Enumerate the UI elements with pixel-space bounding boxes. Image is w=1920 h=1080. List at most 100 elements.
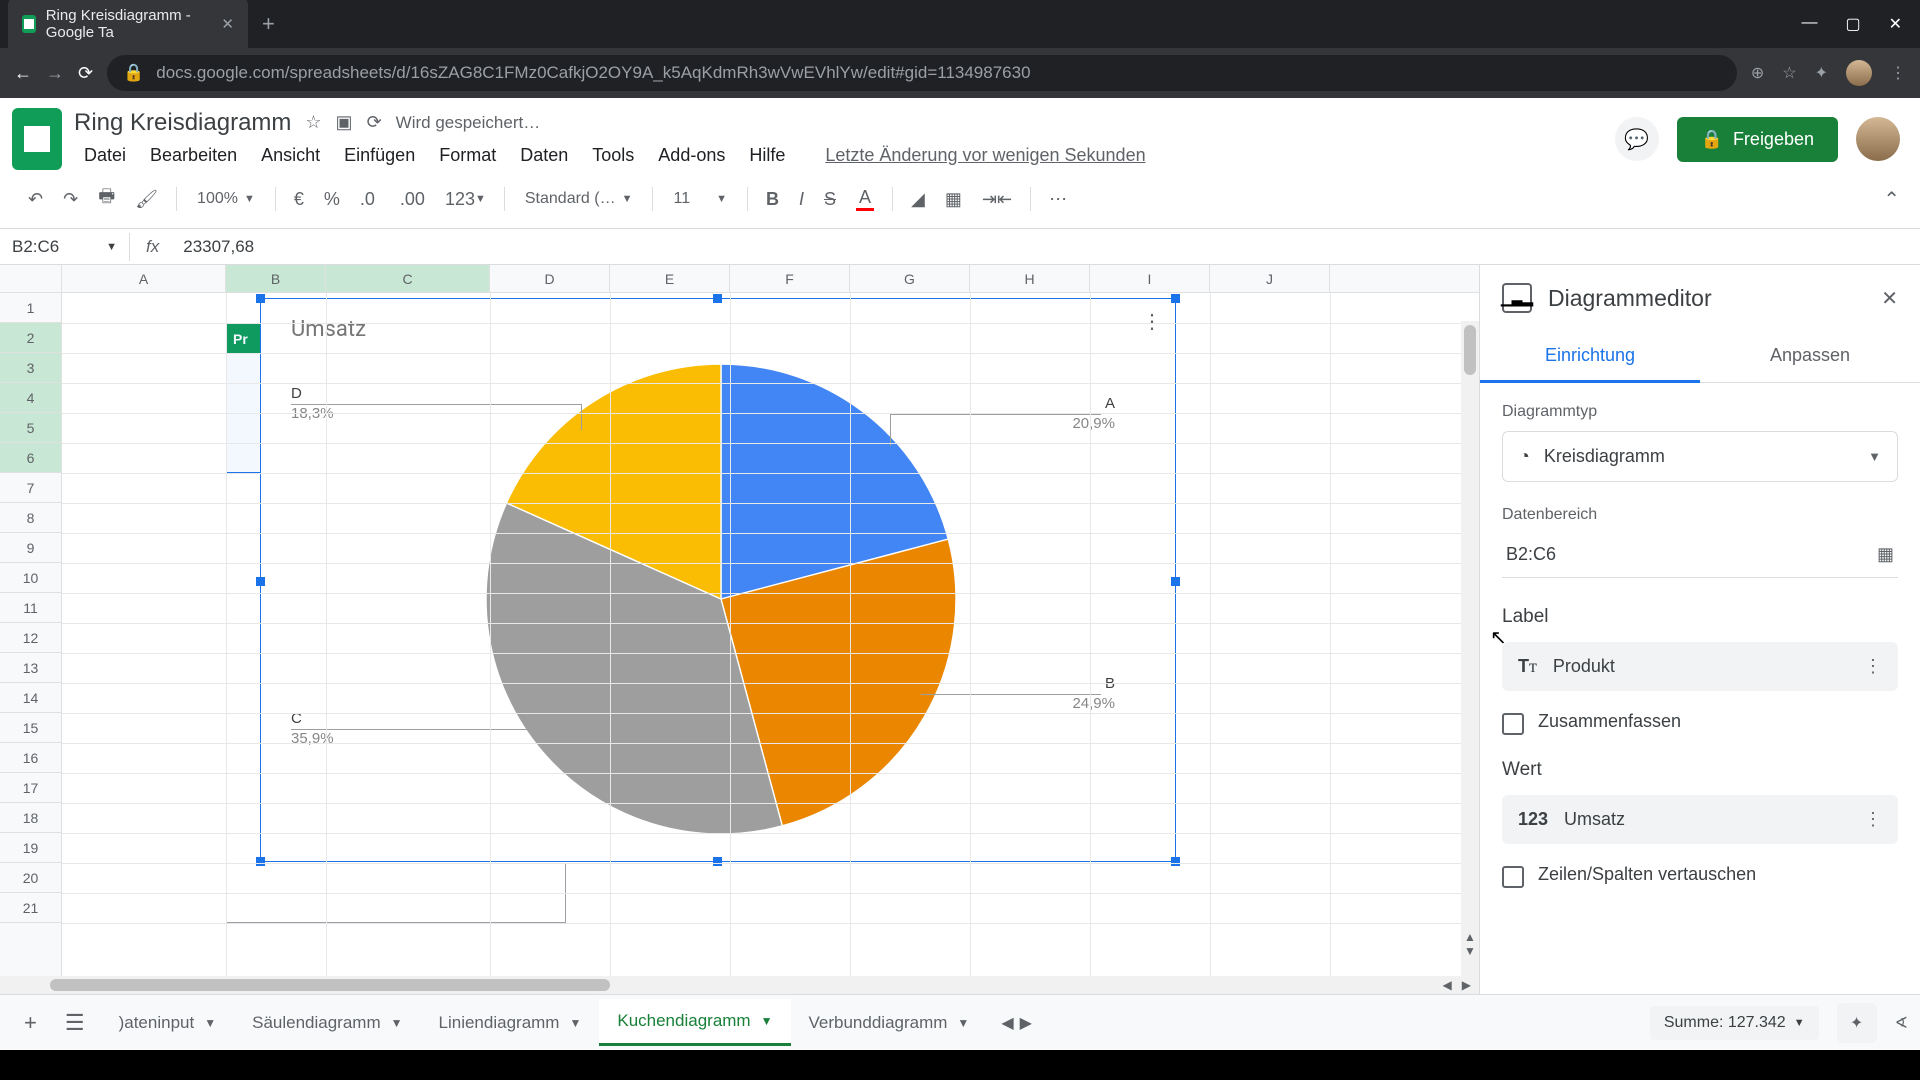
tab-setup[interactable]: Einrichtung	[1480, 331, 1700, 383]
all-sheets-icon[interactable]: ☰	[53, 1002, 97, 1044]
vertical-nav-arrows[interactable]: ▲▼	[1461, 930, 1479, 958]
checkbox[interactable]	[1502, 713, 1524, 735]
resize-handle[interactable]	[713, 857, 722, 866]
resize-handle[interactable]	[256, 294, 265, 303]
increase-decimal-button[interactable]: .00	[392, 183, 433, 216]
star-icon[interactable]: ☆	[1782, 63, 1796, 83]
sheets-logo-icon[interactable]	[12, 108, 62, 170]
share-button[interactable]: 🔒 Freigeben	[1677, 117, 1838, 162]
row-header[interactable]: 5	[0, 413, 61, 443]
collapse-toolbar-icon[interactable]: ⌃	[1883, 187, 1900, 212]
star-doc-icon[interactable]: ☆	[305, 112, 321, 133]
column-header[interactable]: D	[490, 265, 610, 292]
sheet-tab[interactable]: Verbunddiagramm▼	[791, 999, 988, 1046]
more-options-icon[interactable]: ⋮	[1864, 809, 1882, 830]
minimize-icon[interactable]: —	[1801, 14, 1817, 34]
row-header[interactable]: 11	[0, 593, 61, 623]
menu-edit[interactable]: Bearbeiten	[140, 141, 247, 170]
menu-view[interactable]: Ansicht	[251, 141, 330, 170]
row-header[interactable]: 19	[0, 833, 61, 863]
select-all-corner[interactable]	[0, 265, 62, 292]
horizontal-scrollbar[interactable]: ◀ ▶	[0, 976, 1479, 994]
column-header[interactable]: C	[326, 265, 490, 292]
column-header[interactable]: F	[730, 265, 850, 292]
menu-help[interactable]: Hilfe	[739, 141, 795, 170]
column-header[interactable]: H	[970, 265, 1090, 292]
zoom-select[interactable]: 100% ▼	[187, 186, 265, 212]
menu-format[interactable]: Format	[429, 141, 506, 170]
add-sheet-button[interactable]: +	[12, 1002, 49, 1044]
row-header[interactable]: 4	[0, 383, 61, 413]
resize-handle[interactable]	[1171, 577, 1180, 586]
aggregate-checkbox-row[interactable]: Zusammenfassen	[1502, 711, 1898, 735]
row-header[interactable]: 1	[0, 293, 61, 323]
forward-icon[interactable]: →	[46, 63, 64, 84]
row-header[interactable]: 3	[0, 353, 61, 383]
row-header[interactable]: 10	[0, 563, 61, 593]
close-editor-icon[interactable]: ✕	[1881, 286, 1898, 311]
back-icon[interactable]: ←	[14, 63, 32, 84]
row-header[interactable]: 8	[0, 503, 61, 533]
row-header[interactable]: 14	[0, 683, 61, 713]
row-header[interactable]: 15	[0, 713, 61, 743]
menu-insert[interactable]: Einfügen	[334, 141, 425, 170]
column-header[interactable]: G	[850, 265, 970, 292]
sheet-tab[interactable]: )ateninput▼	[101, 999, 235, 1046]
resize-handle[interactable]	[1171, 294, 1180, 303]
resize-handle[interactable]	[256, 857, 265, 866]
comments-button[interactable]: 💬	[1615, 117, 1659, 161]
maximize-icon[interactable]: ▢	[1845, 14, 1860, 34]
value-field-chip[interactable]: 123 Umsatz ⋮	[1502, 795, 1898, 844]
resize-handle[interactable]	[713, 294, 722, 303]
close-window-icon[interactable]: ✕	[1889, 14, 1902, 34]
sheet-tab[interactable]: Säulendiagramm▼	[234, 999, 420, 1046]
row-header[interactable]: 18	[0, 803, 61, 833]
italic-button[interactable]: I	[791, 183, 812, 216]
label-field-chip[interactable]: Tᴛ Produkt ⋮	[1502, 642, 1898, 691]
tab-customize[interactable]: Anpassen	[1700, 331, 1920, 383]
font-select[interactable]: Standard (… ▼	[515, 186, 643, 212]
column-header[interactable]: E	[610, 265, 730, 292]
column-header[interactable]: A	[62, 265, 226, 292]
bold-button[interactable]: B	[758, 183, 787, 216]
row-header[interactable]: 6	[0, 443, 61, 473]
number-format-select[interactable]: 123▼	[437, 183, 494, 216]
redo-icon[interactable]: ↷	[55, 183, 86, 216]
row-header[interactable]: 20	[0, 863, 61, 893]
more-options-icon[interactable]: ⋮	[1864, 656, 1882, 677]
row-header[interactable]: 21	[0, 893, 61, 923]
account-avatar[interactable]	[1856, 117, 1900, 161]
close-tab-icon[interactable]: ✕	[221, 15, 234, 33]
reload-icon[interactable]: ⟳	[78, 63, 93, 84]
explore-button[interactable]: ✦	[1837, 1003, 1877, 1043]
browser-menu-icon[interactable]: ⋮	[1890, 63, 1906, 83]
column-header[interactable]: B	[226, 265, 326, 292]
borders-icon[interactable]: ▦	[937, 183, 970, 216]
menu-addons[interactable]: Add-ons	[648, 141, 735, 170]
menu-tools[interactable]: Tools	[582, 141, 644, 170]
chart-type-select[interactable]: ◔ Kreisdiagramm ▼	[1502, 431, 1898, 482]
chart-menu-icon[interactable]: ⋮	[1142, 309, 1161, 334]
browser-tab[interactable]: Ring Kreisdiagramm - Google Ta ✕	[8, 0, 248, 51]
merge-icon[interactable]: ⇥⇤	[974, 183, 1020, 216]
menu-file[interactable]: Datei	[74, 141, 136, 170]
font-size-select[interactable]: 11 ▼	[663, 186, 737, 212]
percent-button[interactable]: %	[316, 183, 348, 216]
row-header[interactable]: 13	[0, 653, 61, 683]
row-header[interactable]: 2	[0, 323, 61, 353]
print-icon[interactable]: 🖶	[90, 178, 123, 220]
column-header[interactable]: J	[1210, 265, 1330, 292]
strike-button[interactable]: S	[816, 183, 844, 216]
new-tab-button[interactable]: +	[262, 11, 275, 37]
menu-data[interactable]: Daten	[510, 141, 578, 170]
checkbox[interactable]	[1502, 866, 1524, 888]
hscroll-arrows[interactable]: ◀ ▶	[1443, 978, 1479, 992]
data-range-input[interactable]: B2:C6 ▦	[1502, 534, 1898, 578]
chart-title[interactable]: Umsatz	[291, 317, 366, 342]
move-doc-icon[interactable]: ▣	[336, 112, 353, 133]
sheet-tab[interactable]: Kuchendiagramm▼	[599, 999, 790, 1046]
quicksum-display[interactable]: Summe: 127.342 ▼	[1650, 1006, 1819, 1040]
undo-icon[interactable]: ↶	[20, 183, 51, 216]
formula-input[interactable]: 23307,68	[175, 237, 262, 257]
row-header[interactable]: 9	[0, 533, 61, 563]
